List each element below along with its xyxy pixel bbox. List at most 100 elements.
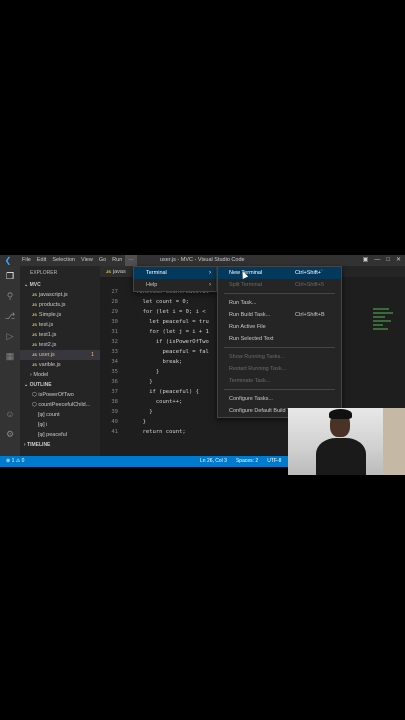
menu-more[interactable]: ··· <box>125 255 137 266</box>
file-item[interactable]: JS test2.js <box>20 340 100 350</box>
file-item[interactable]: JS Simple.js <box>20 310 100 320</box>
menu-edit[interactable]: Edit <box>34 255 49 266</box>
outline-symbol-icon: [φ] <box>38 412 47 418</box>
outline-label: count <box>46 412 60 418</box>
search-icon[interactable]: ⚲ <box>0 286 20 306</box>
minimize-icon[interactable]: — <box>374 255 380 266</box>
line-text: if (peaceful) { <box>136 389 199 395</box>
code-line: 39 } <box>100 407 209 417</box>
explorer-icon[interactable]: ❐ <box>0 266 20 286</box>
menu-item-help[interactable]: Help › <box>134 279 216 291</box>
outline-item[interactable]: [φ] count <box>20 410 100 420</box>
menu-item-label: Restart Running Task... <box>229 366 287 372</box>
extensions-icon[interactable]: ▦ <box>0 346 20 366</box>
maximize-icon[interactable]: □ <box>386 255 390 266</box>
file-name: test2.js <box>38 342 57 348</box>
line-text: } <box>136 409 153 415</box>
project-folder[interactable]: ⌄ MVC <box>20 280 100 290</box>
code-line: 34 break; <box>100 357 209 367</box>
menu-separator <box>224 293 335 294</box>
source-control-icon[interactable]: ⎇ <box>0 306 20 326</box>
minimap[interactable] <box>373 306 395 346</box>
chevron-right-icon: › <box>209 270 211 276</box>
line-number: 38 <box>111 399 118 405</box>
line-text: } <box>136 419 146 425</box>
outline-label: peaceful <box>46 432 67 438</box>
encoding[interactable]: UTF-8 <box>267 456 281 467</box>
file-item[interactable]: JS javascript.js <box>20 290 100 300</box>
menu-item-label: Split Terminal <box>229 282 262 288</box>
outline-item[interactable]: ⬡ countPeecefulChild... <box>20 400 100 410</box>
outline-item[interactable]: [φ] peaceful <box>20 430 100 440</box>
menu-bar: File Edit Selection View Go Run ··· <box>19 255 137 266</box>
settings-gear-icon[interactable]: ⚙ <box>0 424 20 444</box>
menu-item-terminate-task: Terminate Task... <box>218 375 341 387</box>
js-file-icon: JS <box>32 342 37 347</box>
outline-header-label: OUTLINE <box>29 382 52 388</box>
js-file-icon: JS <box>32 332 37 337</box>
line-number: 31 <box>111 329 118 335</box>
timeline-header-label: TIMELINE <box>27 442 51 448</box>
menu-item-terminal[interactable]: Terminal › <box>134 267 216 279</box>
cursor-position[interactable]: Ln 26, Col 3 <box>200 456 227 467</box>
line-text: break; <box>136 359 183 365</box>
code-line: 41 return count; <box>100 427 209 437</box>
outline-header[interactable]: ⌄ OUTLINE <box>20 380 100 390</box>
menu-item-label: Help <box>146 282 158 288</box>
menu-item-shortcut: Ctrl+Shift+` <box>295 270 323 276</box>
code-line: 35 } <box>100 367 209 377</box>
folder-model[interactable]: › Model <box>20 370 100 380</box>
indentation[interactable]: Spaces: 2 <box>236 456 258 467</box>
line-text: return count; <box>136 429 186 435</box>
file-list: JS javascript.js JS products.js JS Simple.js J… <box>20 290 100 370</box>
file-item[interactable]: JS test1.js <box>20 330 100 340</box>
menu-item-label: Run Selected Text <box>229 336 274 342</box>
outline-label: i <box>46 422 48 428</box>
line-number: 37 <box>111 389 118 395</box>
window-title: user.js - MVC - Visual Studio Code <box>160 257 245 263</box>
presenter-hair <box>329 409 352 419</box>
file-item[interactable]: JS varible.js <box>20 360 100 370</box>
outline-item[interactable]: ⬡ isPowerOfTwo <box>20 390 100 400</box>
menu-item-run-task[interactable]: Run Task... <box>218 297 341 309</box>
file-name: Simple.js <box>38 312 62 318</box>
js-file-icon: JS <box>32 352 37 357</box>
code-line: 30 let peaceful = tru <box>100 317 208 327</box>
run-debug-icon[interactable]: ▷ <box>0 326 20 346</box>
menu-file[interactable]: File <box>19 255 34 266</box>
problems-indicator[interactable]: ⊗ 1 ⚠ 0 <box>6 456 24 467</box>
outline-symbol-icon: [φ] <box>38 432 47 438</box>
layout-icon[interactable]: ▣ <box>363 255 369 266</box>
line-text: for (let j = i + 1 <box>136 329 209 335</box>
background-door <box>383 408 405 475</box>
timeline-header[interactable]: › TIMELINE <box>20 440 100 450</box>
menu-item-label: Terminal <box>146 270 167 276</box>
activity-bar: ❐ ⚲ ⎇ ▷ ▦ ☺ ⚙ <box>0 266 20 456</box>
terminal-submenu: New Terminal Ctrl+Shift+` Split Terminal Ct… <box>217 266 342 418</box>
menu-item-run-build-task[interactable]: Run Build Task... Ctrl+Shift+B <box>218 309 341 321</box>
js-file-icon: JS <box>32 312 37 317</box>
file-item[interactable]: JS test.js <box>20 320 100 330</box>
line-text: } <box>136 379 153 385</box>
menu-selection[interactable]: Selection <box>49 255 78 266</box>
outline-list: ⬡ isPowerOfTwo ⬡ countPeecefulChild... [φ]… <box>20 390 100 440</box>
file-item[interactable]: JS products.js <box>20 300 100 310</box>
menu-item-run-active-file[interactable]: Run Active File <box>218 321 341 333</box>
menu-run[interactable]: Run <box>109 255 125 266</box>
file-item[interactable]: JS user.js 1 <box>20 350 100 360</box>
menu-go[interactable]: Go <box>96 255 109 266</box>
account-icon[interactable]: ☺ <box>0 404 20 424</box>
close-icon[interactable]: ✕ <box>396 255 401 266</box>
menu-item-new-terminal[interactable]: New Terminal Ctrl+Shift+` <box>218 267 341 279</box>
line-number: 33 <box>111 349 118 355</box>
code-editor[interactable]: 27 function countPeaceful 28 let count = 0… <box>100 287 209 437</box>
menu-view[interactable]: View <box>78 255 96 266</box>
folder-model-label: Model <box>33 372 49 378</box>
menu-item-run-selected-text[interactable]: Run Selected Text <box>218 333 341 345</box>
menu-item-label: Configure Tasks... <box>229 396 273 402</box>
js-file-icon: JS <box>32 302 37 307</box>
menu-item-configure-tasks[interactable]: Configure Tasks... <box>218 393 341 405</box>
line-number: 35 <box>111 369 118 375</box>
editor-tab[interactable]: JS javas <box>100 266 132 277</box>
outline-item[interactable]: [φ] i <box>20 420 100 430</box>
